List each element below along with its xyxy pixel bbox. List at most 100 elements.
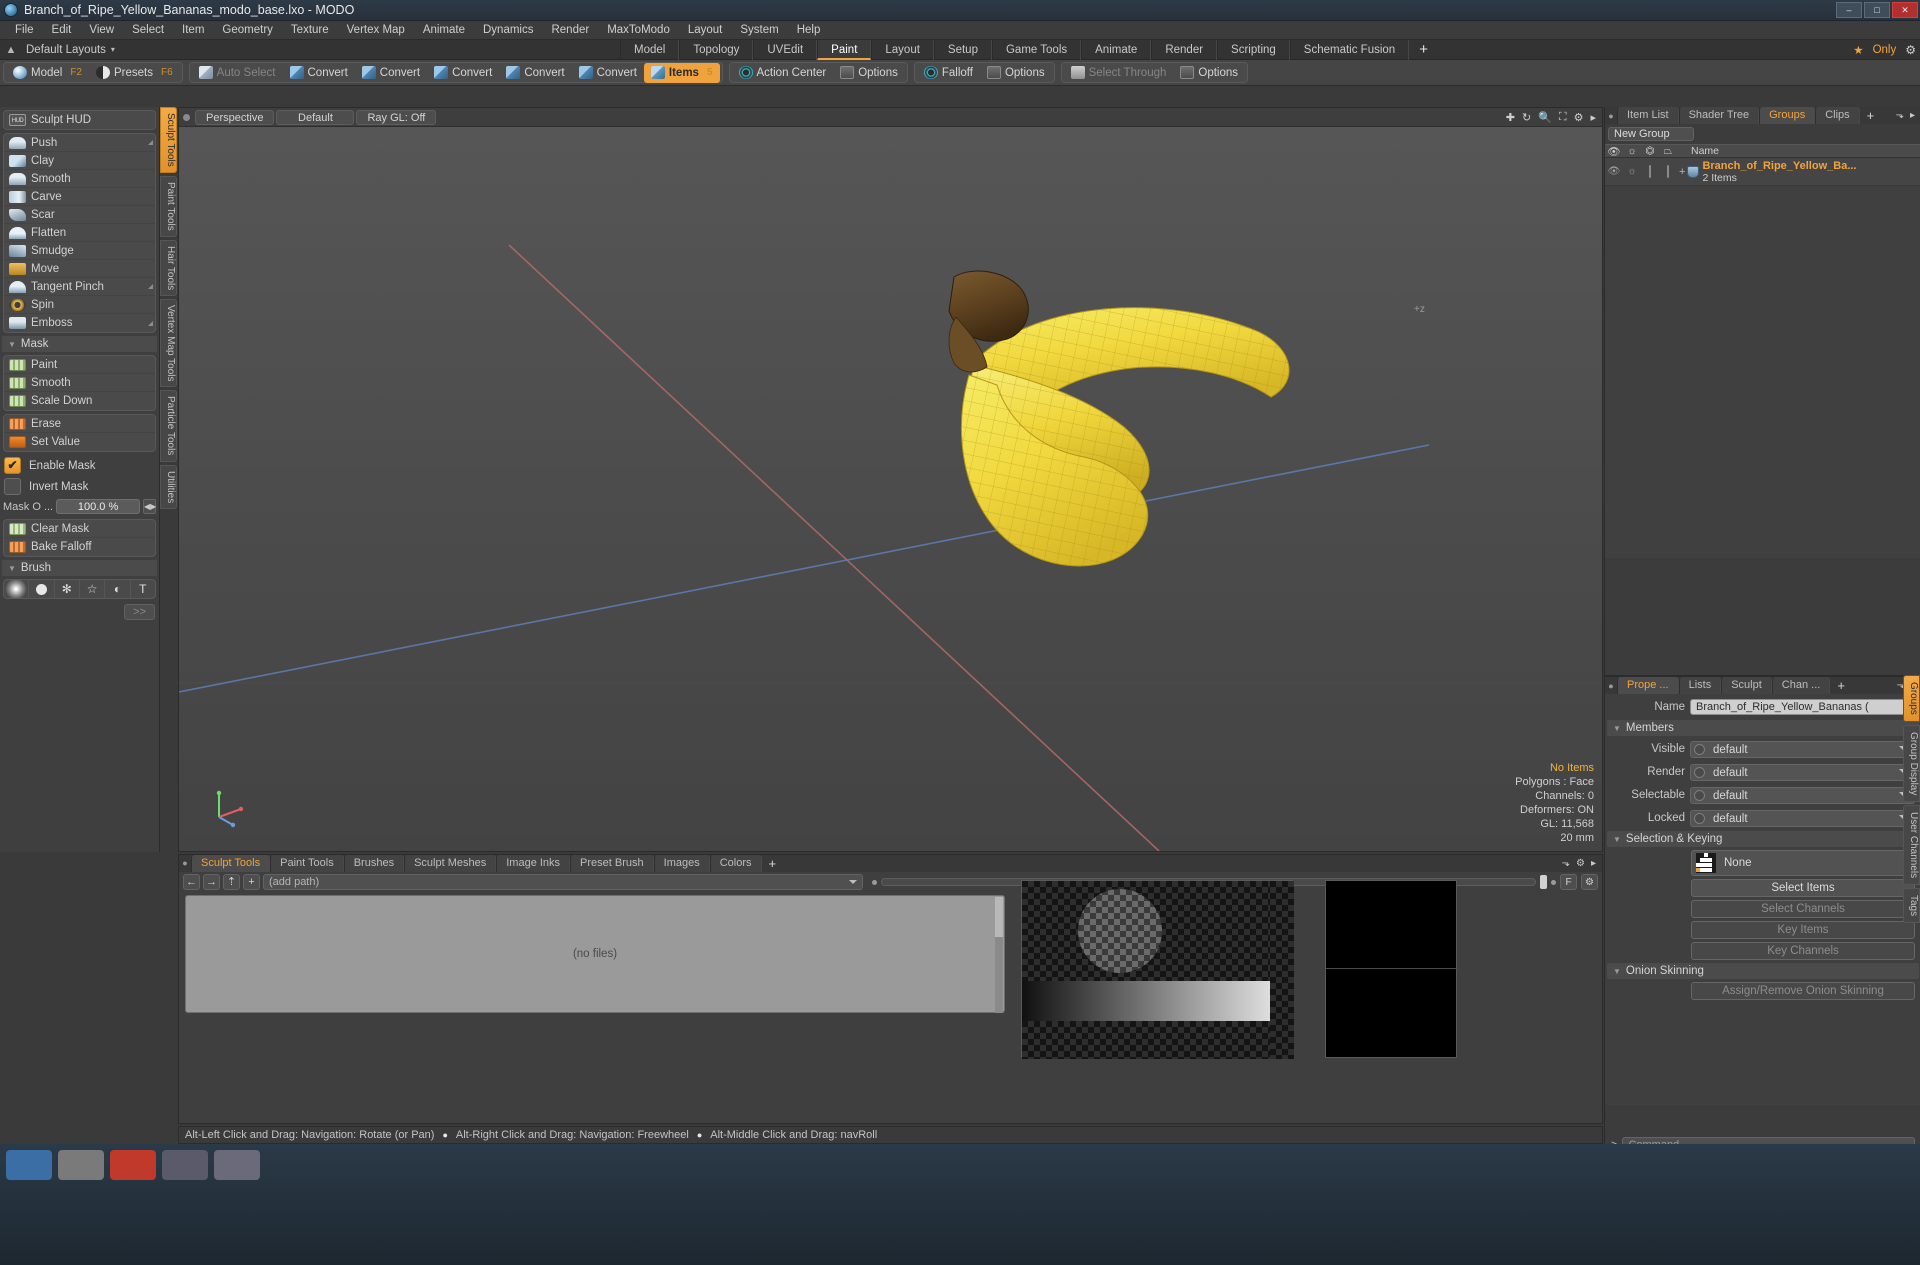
add-layout-tab-button[interactable]: + — [1409, 40, 1438, 60]
add-right-tab-button[interactable]: + — [1860, 107, 1882, 124]
toolbar-button-auto-select[interactable]: Auto Select — [192, 63, 283, 83]
members-section-header[interactable]: ▼ Members — [1607, 720, 1919, 736]
toolbar-button-options[interactable]: Options — [980, 63, 1052, 83]
taskbar-item[interactable] — [6, 1150, 52, 1180]
toolbar-button-falloff[interactable]: Falloff — [917, 63, 980, 83]
new-group-button[interactable]: New Group — [1608, 127, 1694, 141]
toolbar-button-presets[interactable]: Presets F6 — [89, 63, 180, 83]
zoom-icon[interactable]: 🔍 — [1538, 111, 1552, 124]
home-icon[interactable]: ▲ — [0, 44, 22, 56]
render-icon[interactable]: ☼ — [1623, 145, 1641, 157]
popup-corner-icon[interactable] — [148, 140, 153, 145]
fit-icon[interactable]: ⛶ — [1559, 111, 1567, 124]
move-gizmo-icon[interactable]: ✚ — [1506, 111, 1515, 124]
only-star-icon[interactable]: ★ — [1853, 43, 1863, 57]
layout-tab-layout[interactable]: Layout — [871, 40, 934, 60]
menu-item-geometry[interactable]: Geometry — [213, 21, 282, 40]
expand-icon[interactable]: ⬎ — [1562, 858, 1570, 869]
layout-tab-animate[interactable]: Animate — [1081, 40, 1152, 60]
bottom-tab-image-inks[interactable]: Image Inks — [496, 855, 571, 872]
close-button[interactable]: ✕ — [1892, 2, 1918, 18]
mask-opacity-value[interactable]: 100.0 % — [56, 499, 140, 514]
up-icon[interactable]: ⇡ — [223, 874, 240, 890]
wire-icon[interactable]: ⏣ — [1641, 145, 1659, 157]
toggle-knob[interactable] — [1694, 766, 1705, 778]
name-property-field[interactable]: Branch_of_Ripe_Yellow_Bananas ( — [1690, 699, 1915, 715]
layout-tab-uvedit[interactable]: UVEdit — [753, 40, 818, 60]
text-brush-icon[interactable]: T — [131, 580, 155, 598]
right-tab-shader-tree[interactable]: Shader Tree — [1678, 107, 1760, 124]
menu-item-maxtomodo[interactable]: MaxToModo — [598, 21, 679, 40]
brush-secondary-preview[interactable] — [1325, 880, 1458, 1058]
maximize-button[interactable]: □ — [1864, 2, 1890, 18]
gear-icon[interactable]: ⚙ — [1576, 858, 1585, 869]
menu-item-render[interactable]: Render — [542, 21, 598, 40]
right-tab-clips[interactable]: Clips — [1815, 107, 1860, 124]
soft-brush-icon[interactable] — [4, 580, 30, 598]
os-taskbar[interactable] — [0, 1144, 1920, 1265]
left-vtab-vertex-map-tools[interactable]: Vertex Map Tools — [160, 298, 177, 388]
menu-item-animate[interactable]: Animate — [414, 21, 474, 40]
menu-item-edit[interactable]: Edit — [43, 21, 81, 40]
member-dropdown-locked[interactable]: default — [1690, 809, 1915, 827]
toggle-knob[interactable] — [1694, 743, 1705, 755]
toolbar-button-convert[interactable]: Convert — [427, 63, 499, 83]
menu-item-select[interactable]: Select — [123, 21, 173, 40]
left-vtab-sculpt-tools[interactable]: Sculpt Tools — [160, 107, 177, 173]
layout-tab-paint[interactable]: Paint — [817, 40, 872, 60]
chevron-right-icon[interactable]: ▸ — [1591, 858, 1596, 869]
toolbar-button-items[interactable]: Items 5 — [643, 62, 720, 83]
scrollbar-thumb[interactable] — [995, 897, 1003, 937]
add-icon[interactable]: + — [243, 874, 260, 890]
bottom-tab-sculpt-tools[interactable]: Sculpt Tools — [191, 855, 271, 872]
viewport-raygl-toggle[interactable]: Ray GL: Off — [356, 109, 437, 125]
right-vtab-group-display[interactable]: Group Display — [1903, 724, 1920, 803]
tool-row-scale-down[interactable]: Scale Down — [4, 392, 155, 410]
taskbar-item[interactable] — [162, 1150, 208, 1180]
menu-item-help[interactable]: Help — [788, 21, 830, 40]
eye-icon[interactable]: 👁 — [1605, 145, 1623, 158]
tool-row-move[interactable]: Move — [4, 260, 155, 278]
prop-tab-prope-[interactable]: Prope ... — [1617, 677, 1679, 694]
menu-item-vertex-map[interactable]: Vertex Map — [338, 21, 414, 40]
minimize-button[interactable]: – — [1836, 2, 1862, 18]
toolbar-button-options[interactable]: Options — [833, 63, 905, 83]
taskbar-item[interactable] — [110, 1150, 156, 1180]
tool-row-tangent-pinch[interactable]: Tangent Pinch — [4, 278, 155, 296]
bottom-tab-colors[interactable]: Colors — [709, 855, 762, 872]
viewport-3d[interactable]: Perspective Default Ray GL: Off ✚ ↻ 🔍 ⛶ … — [178, 107, 1603, 852]
tool-row-smooth[interactable]: Smooth — [4, 170, 155, 188]
chevron-down-icon[interactable]: ▾ — [111, 45, 115, 54]
shade-icon[interactable]: ⏢ — [1659, 145, 1677, 158]
menu-item-file[interactable]: File — [6, 21, 43, 40]
left-vtab-particle-tools[interactable]: Particle Tools — [160, 390, 177, 462]
bottom-tab-images[interactable]: Images — [653, 855, 710, 872]
layout-tab-setup[interactable]: Setup — [933, 40, 992, 60]
menu-item-texture[interactable]: Texture — [282, 21, 338, 40]
toolbar-button-select-through[interactable]: Select Through — [1064, 63, 1174, 83]
button-key-channels[interactable]: Key Channels — [1691, 942, 1915, 960]
menu-item-view[interactable]: View — [80, 21, 123, 40]
invert-mask-checkbox[interactable] — [4, 478, 21, 495]
row-render-icon[interactable]: ☼ — [1623, 166, 1641, 177]
bottom-tab-preset-brush[interactable]: Preset Brush — [570, 855, 654, 872]
prop-tab-chan-[interactable]: Chan ... — [1771, 677, 1831, 694]
mask-section-header[interactable]: ▼ Mask — [2, 336, 157, 352]
add-bottom-tab-button[interactable]: + — [762, 855, 784, 872]
right-tab-groups[interactable]: Groups — [1759, 107, 1816, 124]
tool-row-push[interactable]: Push — [4, 134, 155, 152]
selection-keying-header[interactable]: ▼ Selection & Keying — [1607, 831, 1919, 847]
forward-icon[interactable]: → — [203, 874, 220, 890]
toolbar-button-model[interactable]: Model F2 — [6, 63, 89, 83]
right-vtab-user-channels[interactable]: User Channels — [1903, 805, 1920, 886]
viewport-view-mode[interactable]: Perspective — [195, 109, 275, 125]
star-brush-icon[interactable]: ☆ — [80, 580, 106, 598]
tool-row-clay[interactable]: Clay — [4, 152, 155, 170]
toolbar-button-options[interactable]: Options — [1173, 63, 1245, 83]
tool-row-erase[interactable]: Erase — [4, 415, 155, 433]
tool-row-emboss[interactable]: Emboss — [4, 314, 155, 332]
brush-more-button[interactable]: >> — [124, 604, 155, 620]
expand-icon[interactable]: + — [1677, 166, 1687, 178]
viewport-shading-mode[interactable]: Default — [276, 109, 355, 125]
rotate-gizmo-icon[interactable]: ↻ — [1522, 111, 1531, 124]
